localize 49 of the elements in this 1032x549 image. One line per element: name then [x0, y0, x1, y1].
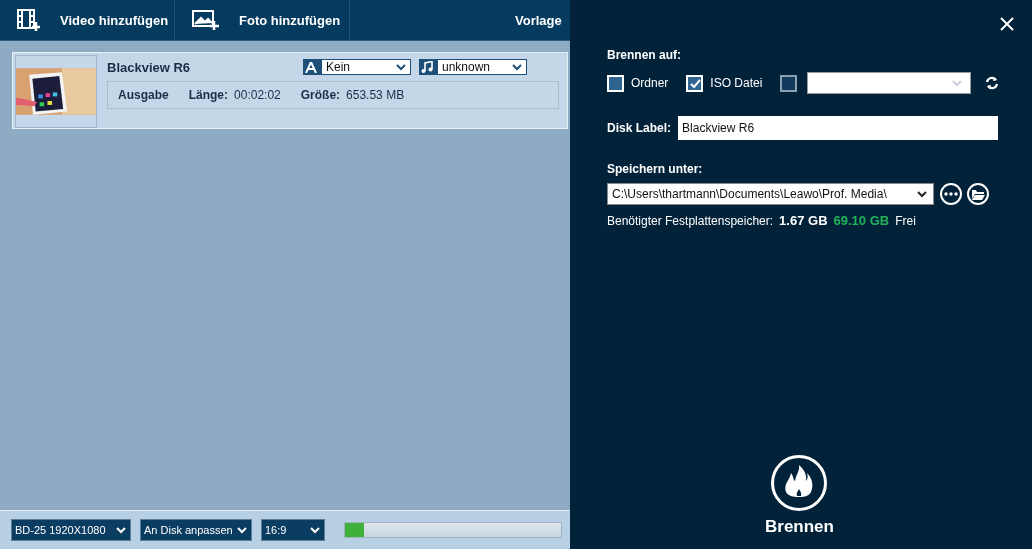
- free-space: 69.10 GB: [833, 213, 890, 228]
- chevron-down-icon: [917, 190, 927, 198]
- required-space: 1.67 GB: [779, 213, 828, 228]
- close-button[interactable]: [1000, 17, 1014, 31]
- space-label: Benötigter Festplattenspeicher:: [607, 213, 774, 228]
- check-icon: [688, 77, 701, 89]
- toolbar-label: Vorlage: [515, 12, 562, 28]
- free-label: Frei: [895, 213, 916, 228]
- folder-icon: [971, 188, 985, 200]
- toolbar-button[interactable]: Foto hinzufügen: [175, 0, 350, 40]
- flame-icon: [770, 454, 829, 512]
- section-label: Brennen auf:: [607, 48, 682, 62]
- section-label: Speichern unter:: [607, 162, 704, 176]
- subtitle-select[interactable]: Kein: [303, 59, 411, 75]
- chevron-down-icon: [116, 526, 126, 534]
- open-folder-button[interactable]: [967, 183, 989, 205]
- drive-dropdown[interactable]: [807, 72, 972, 94]
- dropdown[interactable]: 16:9: [261, 519, 325, 541]
- refresh-icon: [985, 76, 1000, 90]
- length-value: 00:02:02: [234, 88, 281, 102]
- close-icon: [1000, 17, 1014, 31]
- field-label: Disk Label:: [607, 121, 672, 135]
- checkbox-option[interactable]: Ordner: [607, 74, 669, 92]
- dropdown[interactable]: An Disk anpassen: [140, 519, 252, 541]
- checkbox-option[interactable]: ISO Datei: [686, 74, 763, 92]
- video-title: Blackview R6: [107, 59, 192, 75]
- size-label: Größe:: [300, 88, 341, 102]
- video-card[interactable]: Blackview R6 Kein unknown Ausgabe Länge: 00:02:02 Größe: 653.53 MB: [12, 52, 568, 129]
- length-label: Länge:: [188, 88, 229, 102]
- font-icon: [305, 61, 317, 73]
- picture-plus-icon: [191, 9, 219, 31]
- size-value: 653.53 MB: [346, 88, 405, 102]
- chevron-down-icon: [396, 63, 406, 71]
- output-label: Ausgabe: [118, 88, 169, 102]
- browse-button[interactable]: [940, 183, 962, 205]
- toolbar-button[interactable]: Video hinzufügen: [0, 0, 175, 40]
- path-dropdown[interactable]: C:\Users\thartmann\Documents\Leawo\Prof. Media\: [607, 183, 934, 205]
- chevron-down-icon: [237, 526, 247, 534]
- chevron-down-icon: [512, 63, 522, 71]
- burn-button[interactable]: Brennen: [765, 454, 834, 537]
- music-note-icon: [421, 61, 433, 73]
- more-icon: [944, 192, 958, 196]
- dropdown[interactable]: BD-25 1920X1080: [11, 519, 131, 541]
- chevron-down-icon: [952, 79, 963, 87]
- audio-select[interactable]: unknown: [419, 59, 527, 75]
- checkbox[interactable]: [780, 74, 798, 92]
- chevron-down-icon: [310, 526, 320, 534]
- input-field[interactable]: Blackview R6: [678, 116, 999, 140]
- film-plus-icon: [16, 8, 40, 32]
